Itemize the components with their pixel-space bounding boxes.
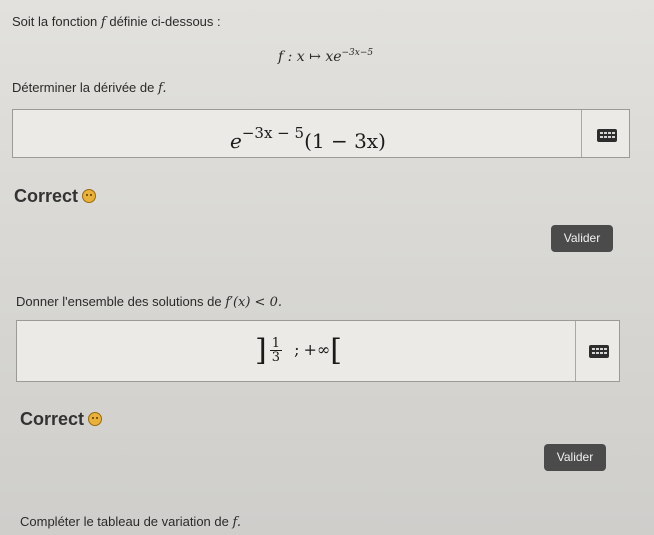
q2-prompt: Donner l'ensemble des solutions de f′(x)… bbox=[16, 294, 282, 310]
q1-answer-base: e bbox=[230, 129, 242, 153]
q1-submit-button[interactable]: Valider bbox=[551, 225, 613, 252]
q2-answer-separator: ; bbox=[294, 340, 300, 359]
q3-prompt: Compléter le tableau de variation de f. bbox=[20, 514, 241, 530]
keyboard-icon[interactable] bbox=[589, 345, 609, 358]
q1-answer-tail: (1 − 3x) bbox=[304, 129, 386, 153]
q1-answer-divider bbox=[581, 110, 582, 157]
q1-feedback: Correct bbox=[14, 186, 97, 207]
q3-prompt-var: f. bbox=[232, 515, 241, 530]
exercise-panel: Soit la fonction f définie ci-dessous : … bbox=[0, 0, 654, 535]
q2-answer-infinity: +∞ bbox=[303, 340, 331, 359]
q2-answer-field[interactable]: ] 1 3 ; +∞[ bbox=[16, 320, 620, 382]
q1-feedback-text: Correct bbox=[14, 186, 79, 206]
q3-prompt-text: Compléter le tableau de variation de bbox=[20, 514, 229, 529]
smiley-icon bbox=[88, 412, 103, 426]
q1-function-definition: f : x ↦ xe−3x−5 bbox=[278, 48, 373, 65]
q1-func-letter: f bbox=[100, 15, 106, 30]
q1-prompt-var: f. bbox=[157, 81, 167, 96]
q1-intro-tail: définie ci-dessous : bbox=[109, 14, 221, 29]
q1-answer-field[interactable]: e−3x − 5(1 − 3x) bbox=[12, 109, 630, 158]
q2-answer-close-bracket: [ bbox=[330, 333, 342, 368]
q2-feedback-text: Correct bbox=[20, 409, 85, 429]
q2-prompt-text: Donner l'ensemble des solutions de bbox=[16, 294, 222, 309]
q2-answer-denominator: 3 bbox=[271, 350, 280, 365]
q1-prompt: Déterminer la dérivée de f. bbox=[12, 80, 166, 96]
q1-def-prefix: f : x ↦ xe bbox=[278, 49, 342, 65]
q2-answer-numerator: 1 bbox=[269, 336, 282, 351]
q1-intro-text: Soit la fonction bbox=[12, 14, 98, 29]
q2-prompt-math: f′(x) < 0. bbox=[225, 295, 282, 310]
q1-prompt-text: Déterminer la dérivée de bbox=[12, 80, 155, 95]
q2-answer-open-bracket: ] bbox=[255, 333, 267, 368]
q1-answer-exponent: −3x − 5 bbox=[241, 124, 305, 142]
q2-answer-divider bbox=[575, 321, 576, 381]
q1-intro: Soit la fonction f définie ci-dessous : bbox=[12, 14, 221, 30]
q2-answer-fraction: 13 bbox=[269, 336, 282, 365]
q1-answer-expression: e−3x − 5(1 − 3x) bbox=[230, 124, 386, 153]
q1-def-exponent: −3x−5 bbox=[341, 48, 374, 58]
keyboard-icon[interactable] bbox=[597, 129, 617, 142]
q2-answer-expression: ] 1 3 ; +∞[ bbox=[255, 333, 342, 368]
q2-submit-button[interactable]: Valider bbox=[544, 444, 606, 471]
q2-feedback: Correct bbox=[20, 409, 103, 430]
smiley-icon bbox=[82, 189, 97, 203]
